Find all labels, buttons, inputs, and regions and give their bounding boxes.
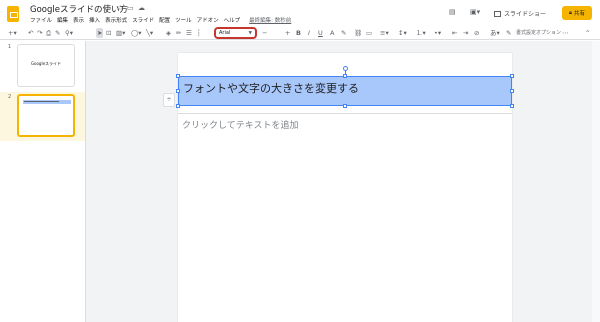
- clear-format-icon[interactable]: ⊘: [474, 28, 479, 38]
- slide-thumbnail-1[interactable]: Googleスライド: [17, 44, 75, 87]
- body-textbox[interactable]: クリックしてテキストを追加: [178, 113, 512, 293]
- indent-decrease-icon[interactable]: ⇤: [452, 28, 457, 38]
- edit-icon[interactable]: ✎: [506, 28, 511, 38]
- slide-thumbnail-2[interactable]: [17, 94, 75, 137]
- font-size-decrease[interactable]: −: [262, 28, 267, 38]
- bulleted-list-icon[interactable]: •▾: [434, 28, 441, 38]
- comment-add-icon[interactable]: ▭: [366, 28, 372, 38]
- slide-number-1: 1: [8, 44, 12, 50]
- resize-handle-br[interactable]: [510, 104, 514, 108]
- slide-thumbnail-text: Googleスライド: [30, 61, 62, 66]
- resize-handle-tl[interactable]: [176, 74, 180, 78]
- border-color-icon[interactable]: ✏: [176, 28, 181, 38]
- cloud-saved-icon[interactable]: ☁: [138, 4, 145, 12]
- menu-file[interactable]: ファイル: [30, 16, 52, 24]
- filmstrip: 1 Googleスライド 2: [0, 41, 85, 322]
- border-dash-icon[interactable]: ┆: [197, 28, 201, 38]
- fill-color-icon[interactable]: ◈: [166, 28, 171, 38]
- collapse-toolbar-icon[interactable]: ⌃: [585, 28, 590, 38]
- align-icon[interactable]: ≡▾: [380, 28, 389, 38]
- resize-handle-r[interactable]: [510, 89, 514, 93]
- menu-bar: ファイル 編集 表示 挿入 表示形式 スライド 配置 ツール アドオン ヘルプ …: [30, 16, 291, 24]
- menu-view[interactable]: 表示: [73, 16, 84, 24]
- toolbar: +▾ ↶ ↷ ⎙ ✎ ⚲▾ ➤ ⊡ ▨▾ ◯▾ ╲▾ ◈ ✏ ☰ ┆ − + B…: [0, 26, 600, 40]
- line-icon[interactable]: ╲▾: [146, 28, 153, 38]
- input-tools-icon[interactable]: あ▾: [490, 28, 500, 38]
- redo-icon[interactable]: ↷: [37, 28, 42, 38]
- select-icon[interactable]: ➤: [96, 28, 104, 38]
- slide-title-text[interactable]: フォントや文字の大きさを変更する: [183, 80, 359, 96]
- rotate-handle[interactable]: [343, 66, 348, 71]
- present-button[interactable]: スライドショー ▾: [494, 7, 566, 20]
- resize-handle-bl[interactable]: [176, 104, 180, 108]
- highlight-icon[interactable]: ✎: [341, 28, 346, 38]
- comment-icon[interactable]: ▤: [449, 8, 456, 16]
- new-slide-icon[interactable]: +▾: [8, 28, 17, 38]
- present-label: スライドショー: [504, 11, 547, 18]
- menu-addons[interactable]: アドオン: [197, 16, 219, 24]
- slide-number-2: 2: [8, 94, 12, 100]
- underline-button[interactable]: U: [318, 28, 323, 38]
- menu-help[interactable]: ヘルプ: [224, 16, 241, 24]
- resize-handle-tr[interactable]: [510, 74, 514, 78]
- paint-format-icon[interactable]: ✎: [55, 28, 60, 38]
- indent-increase-icon[interactable]: ⇥: [463, 28, 468, 38]
- numbered-list-icon[interactable]: ⒈▾: [416, 28, 426, 38]
- line-spacing-icon[interactable]: ↕▾: [398, 28, 407, 38]
- last-edit-link[interactable]: 最終編集: 数秒前: [249, 16, 291, 24]
- share-button[interactable]: 🔒︎ 共有: [562, 6, 592, 20]
- body-placeholder[interactable]: クリックしてテキストを追加: [182, 118, 298, 131]
- link-icon[interactable]: ⛓: [354, 28, 362, 38]
- resize-handle-b[interactable]: [343, 104, 347, 108]
- menu-insert[interactable]: 挿入: [89, 16, 100, 24]
- meet-present-icon[interactable]: ▣▾: [470, 8, 480, 16]
- title-textbox[interactable]: フォントや文字の大きさを変更する: [178, 76, 512, 106]
- image-icon[interactable]: ▨▾: [116, 28, 125, 38]
- speaker-notes-icon[interactable]: ÷: [163, 93, 175, 107]
- menu-tools[interactable]: ツール: [175, 16, 192, 24]
- resize-handle-t[interactable]: [343, 74, 347, 78]
- zoom-icon[interactable]: ⚲▾: [65, 28, 73, 38]
- present-icon: [494, 10, 501, 17]
- thumbnail-title-line: [24, 101, 59, 102]
- undo-icon[interactable]: ↶: [28, 28, 33, 38]
- star-icon[interactable]: ☆: [117, 4, 123, 12]
- menu-slide[interactable]: スライド: [132, 16, 154, 24]
- menu-format[interactable]: 表示形式: [105, 16, 127, 24]
- shape-icon[interactable]: ◯▾: [131, 28, 142, 38]
- resize-handle-l[interactable]: [176, 89, 180, 93]
- bold-button[interactable]: B: [296, 28, 301, 38]
- print-icon[interactable]: ⎙: [46, 28, 51, 38]
- menu-arrange[interactable]: 配置: [159, 16, 170, 24]
- italic-button[interactable]: I: [308, 28, 310, 38]
- menu-edit[interactable]: 編集: [57, 16, 68, 24]
- text-color-icon[interactable]: A: [330, 28, 334, 38]
- more-icon[interactable]: ⋯: [562, 28, 569, 38]
- border-weight-icon[interactable]: ☰: [186, 28, 192, 38]
- chevron-down-icon: ▼: [248, 30, 252, 36]
- slides-logo[interactable]: [7, 6, 19, 22]
- textbox-icon[interactable]: ⊡: [106, 28, 111, 38]
- format-options-button[interactable]: 書式設定オプション: [516, 29, 561, 36]
- document-title[interactable]: Googleスライドの使い方: [30, 3, 128, 15]
- font-select[interactable]: Arial ▼: [214, 27, 257, 39]
- vertical-scrollbar[interactable]: [592, 41, 600, 322]
- font-size-increase[interactable]: +: [285, 28, 290, 38]
- font-name: Arial: [219, 30, 231, 36]
- move-to-folder-icon[interactable]: ▭: [127, 4, 134, 12]
- lock-icon: 🔒︎: [569, 9, 572, 16]
- share-label: 共有: [573, 11, 585, 17]
